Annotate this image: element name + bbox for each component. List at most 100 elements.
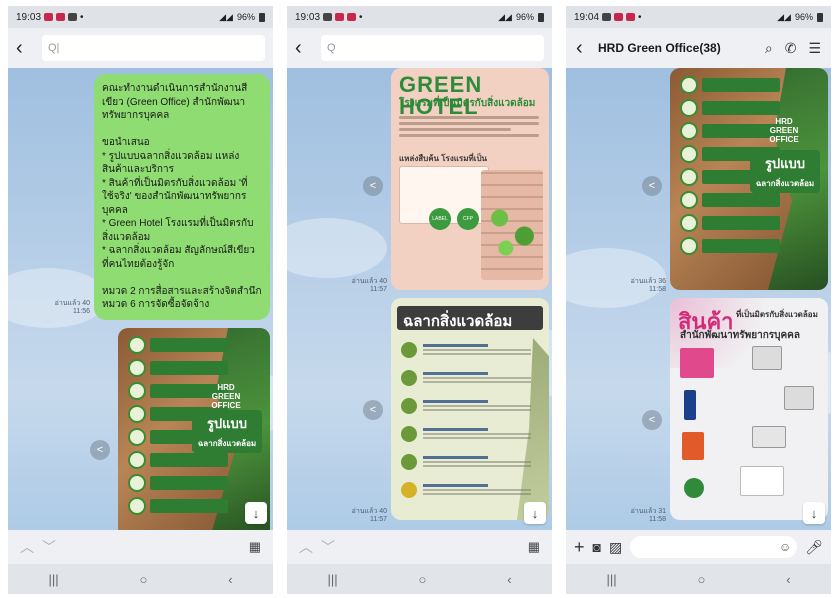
status-bar: 19:04 • ◢◢ 96%: [566, 6, 831, 28]
chevron-up-icon[interactable]: ︿: [299, 537, 313, 557]
emoji-icon[interactable]: ☺: [779, 540, 791, 554]
notification-icon: [335, 13, 345, 21]
camera-icon[interactable]: ◙: [593, 539, 601, 555]
chat-area[interactable]: HRD GREEN OFFICE รูปแบบ ฉลากสิ่งแวดล้อม …: [566, 68, 831, 530]
chat-area[interactable]: GREEN HOTEL โรงแรมที่เป็นมิตรกับสิ่งแวดล…: [287, 68, 552, 530]
nav-back-icon[interactable]: ‹: [228, 572, 232, 587]
hrd-badge: HRD GREEN OFFICE: [211, 383, 241, 410]
hrd-badge: HRD GREEN OFFICE: [769, 117, 799, 144]
chat-area[interactable]: คณะทำงานดำเนินการสำนักงานสีเขียว (Green …: [8, 68, 273, 530]
recents-icon[interactable]: |||: [48, 572, 58, 587]
back-icon[interactable]: ‹: [16, 37, 30, 60]
system-nav-bar: ||| ○ ‹: [566, 564, 831, 594]
message-line: * Green Hotel โรงแรมที่เป็นมิตรกับ: [102, 218, 254, 229]
battery-percent: 96%: [794, 12, 813, 22]
image-title: รูปแบบ ฉลากสิ่งแวดล้อม: [750, 150, 820, 193]
phone-icon[interactable]: ✆: [785, 40, 797, 57]
image-message[interactable]: HRD GREEN OFFICE รูปแบบ ฉลากสิ่งแวดล้อม: [670, 68, 828, 290]
message-line: คณะทำงานดำเนินการสำนักงานสี: [102, 83, 248, 94]
notification-icon: [602, 13, 612, 21]
message-line: * รูปแบบฉลากสิ่งแวดล้อม แหล่ง: [102, 150, 240, 162]
back-icon[interactable]: ‹: [576, 37, 590, 60]
search-placeholder: Q|: [48, 42, 60, 54]
phone-screen-1: 19:03 • ◢◢ 96% ‹ Q| คณะทำงานดำเนินการสำน…: [8, 6, 273, 594]
message-line: หมวด 2 การสื่อสารและสร้างจิตสำนึก: [102, 285, 262, 297]
notification-icon: [44, 13, 54, 21]
recents-icon[interactable]: |||: [327, 572, 337, 587]
eco-label-card[interactable]: ฉลากสิ่งแวดล้อม: [391, 298, 549, 520]
notification-icon: [347, 13, 357, 21]
message-line: * ฉลากสิ่งแวดล้อม สัญลักษณ์สีเขียว: [102, 245, 255, 256]
paper-box-product: [740, 466, 784, 496]
arrow-down-icon[interactable]: ↓: [803, 502, 825, 524]
status-time: 19:04: [574, 11, 600, 23]
message-line: เขียว (Green Office) สำนักพัฒนา: [102, 96, 246, 108]
chat-title[interactable]: HRD Green Office(38): [598, 41, 757, 55]
search-icon[interactable]: ⌕: [765, 40, 773, 57]
share-icon[interactable]: <: [642, 410, 662, 430]
back-icon[interactable]: ‹: [295, 37, 309, 60]
calendar-icon[interactable]: ▦: [528, 539, 540, 555]
message-line: * สินค้าที่เป็นมิตรกับสิ่งแวดล้อม 'ที่: [102, 177, 248, 189]
printer-product: [752, 346, 782, 370]
calendar-icon[interactable]: ▦: [249, 539, 261, 555]
chevron-down-icon[interactable]: ﹀: [321, 537, 335, 557]
nav-back-icon[interactable]: ‹: [507, 572, 511, 587]
notification-icon: [56, 13, 66, 21]
search-bar: ‹ Q|: [8, 30, 273, 66]
share-icon[interactable]: <: [642, 176, 662, 196]
home-icon[interactable]: ○: [697, 572, 705, 587]
printer-product: [784, 386, 814, 410]
card-subtitle: ที่เป็นมิตรกับสิ่งแวดล้อม: [736, 310, 818, 319]
gallery-icon[interactable]: ▨: [609, 539, 622, 556]
products-card[interactable]: สินค้า ที่เป็นมิตรกับสิ่งแวดล้อม สำนักพั…: [670, 298, 828, 520]
card-office: สำนักพัฒนาทรัพยากรบุคคล: [680, 330, 800, 341]
poster-subtitle: โรงแรมที่เป็นมิตรกับสิ่งแวดล้อม: [399, 98, 536, 109]
notification-icon: [68, 13, 78, 21]
card-title: ฉลากสิ่งแวดล้อม: [397, 306, 543, 330]
message-time: 11:56: [73, 308, 90, 316]
chevron-up-icon[interactable]: ︿: [20, 537, 34, 557]
status-time: 19:03: [16, 11, 42, 23]
notification-icon: [323, 13, 333, 21]
battery-icon: [538, 12, 544, 22]
message-line: สินค้าและบริการ: [102, 164, 174, 175]
battery-product: [682, 432, 704, 460]
message-input[interactable]: ☺: [630, 536, 798, 558]
hrd-logo: [684, 478, 704, 498]
message-line: หมวด 6 การจัดซื้อจัดจ้าง: [102, 299, 210, 310]
message-line: สิ่งแวดล้อม: [102, 231, 151, 243]
mic-icon[interactable]: 🎤︎: [805, 539, 823, 556]
arrow-down-icon[interactable]: ↓: [524, 502, 546, 524]
share-icon[interactable]: <: [363, 176, 383, 196]
search-input[interactable]: Q|: [42, 35, 265, 61]
recents-icon[interactable]: |||: [606, 572, 616, 587]
nav-back-icon[interactable]: ‹: [786, 572, 790, 587]
message-line: ทรัพยากรบุคคล: [102, 110, 170, 121]
paper-product: [680, 348, 714, 378]
signal-icon: ◢◢: [498, 11, 512, 22]
message-meta: อ่านแล้ว 40 11:57: [351, 278, 387, 294]
message-meta: อ่านแล้ว 36 11:58: [630, 278, 666, 294]
message-meta: อ่านแล้ว 40 11:57: [351, 508, 387, 524]
battery-percent: 96%: [515, 12, 534, 22]
share-icon[interactable]: <: [363, 400, 383, 420]
home-icon[interactable]: ○: [418, 572, 426, 587]
status-bar: 19:03 • ◢◢ 96%: [8, 6, 273, 28]
image-title: รูปแบบ ฉลากสิ่งแวดล้อม: [192, 410, 262, 453]
message-bubble[interactable]: คณะทำงานดำเนินการสำนักงานสีเขียว (Green …: [94, 74, 270, 320]
share-icon[interactable]: <: [90, 440, 110, 460]
search-placeholder: Q: [327, 42, 336, 54]
message-line: บุคคล: [102, 204, 128, 216]
arrow-down-icon[interactable]: ↓: [245, 502, 267, 524]
plus-icon[interactable]: +: [574, 537, 585, 558]
chevron-down-icon[interactable]: ﹀: [42, 537, 56, 557]
message-line: ขอนำเสนอ: [102, 137, 150, 148]
search-input[interactable]: Q: [321, 35, 544, 61]
menu-icon[interactable]: ☰: [808, 40, 821, 57]
search-result-bar: ︿ ﹀ ▦: [8, 530, 273, 564]
green-hotel-poster[interactable]: GREEN HOTEL โรงแรมที่เป็นมิตรกับสิ่งแวดล…: [391, 68, 549, 290]
image-message[interactable]: HRD GREEN OFFICE รูปแบบ ฉลากสิ่งแวดล้อม: [118, 328, 270, 530]
home-icon[interactable]: ○: [139, 572, 147, 587]
message-meta: อ่านแล้ว 40 11:56: [46, 300, 90, 317]
